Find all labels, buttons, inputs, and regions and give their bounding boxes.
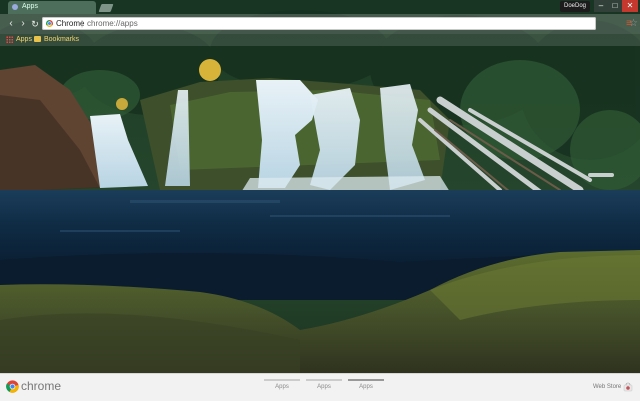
web-store-icon[interactable]: [623, 382, 633, 392]
chrome-page-icon: [46, 20, 53, 27]
page-tab-indicator: [264, 379, 300, 381]
apps-bottom-bar: chrome Apps Apps Apps Web Store: [0, 373, 640, 401]
forward-arrow-icon[interactable]: ›: [18, 18, 28, 30]
toolbar: ‹ › ↻ Chrome | chrome://apps ☆ ≡: [0, 14, 640, 34]
page-tab-indicator: [306, 379, 342, 381]
omnibox-separator: |: [81, 19, 84, 28]
page-tab-2[interactable]: Apps: [306, 379, 342, 397]
page-tab-1[interactable]: Apps: [264, 379, 300, 397]
reload-icon[interactable]: ↻: [30, 18, 40, 30]
omnibox[interactable]: Chrome | chrome://apps ☆: [42, 17, 638, 30]
apps-favicon-icon: [12, 4, 18, 10]
tab-label: Apps: [22, 3, 38, 10]
apps-grid-icon: [6, 35, 13, 43]
bookmark-apps-label: Apps: [16, 36, 32, 43]
new-tab-button[interactable]: [98, 4, 114, 12]
maximize-button[interactable]: □: [608, 0, 622, 12]
omnibox-url: chrome://apps: [87, 19, 138, 28]
bookmark-folder-label: Bookmarks: [44, 36, 80, 43]
page-tab-3[interactable]: Apps: [348, 379, 384, 397]
page-tab-indicator: [348, 379, 384, 381]
waterfall-background-image: [0, 0, 640, 400]
minimize-button[interactable]: –: [594, 0, 608, 12]
chrome-logo-icon: [6, 380, 19, 393]
tab-strip: Apps DoeDog – □ ✕: [0, 0, 640, 14]
page-tab-label: Apps: [359, 384, 373, 390]
web-store-link[interactable]: Web Store: [593, 384, 621, 390]
chrome-brand-label: chrome: [21, 379, 62, 393]
page-tab-label: Apps: [275, 384, 289, 390]
bookmark-folder[interactable]: Bookmarks: [34, 35, 79, 45]
tab-apps[interactable]: Apps: [8, 1, 96, 14]
page-tab-label: Apps: [317, 384, 331, 390]
chrome-menu-icon[interactable]: ≡: [624, 18, 634, 30]
profile-button[interactable]: DoeDog: [560, 1, 590, 12]
close-button[interactable]: ✕: [622, 0, 638, 12]
back-arrow-icon[interactable]: ‹: [6, 18, 16, 30]
bookmark-apps[interactable]: Apps: [6, 35, 32, 45]
folder-icon: [34, 36, 41, 43]
bookmarks-bar: Apps Bookmarks: [0, 34, 640, 46]
